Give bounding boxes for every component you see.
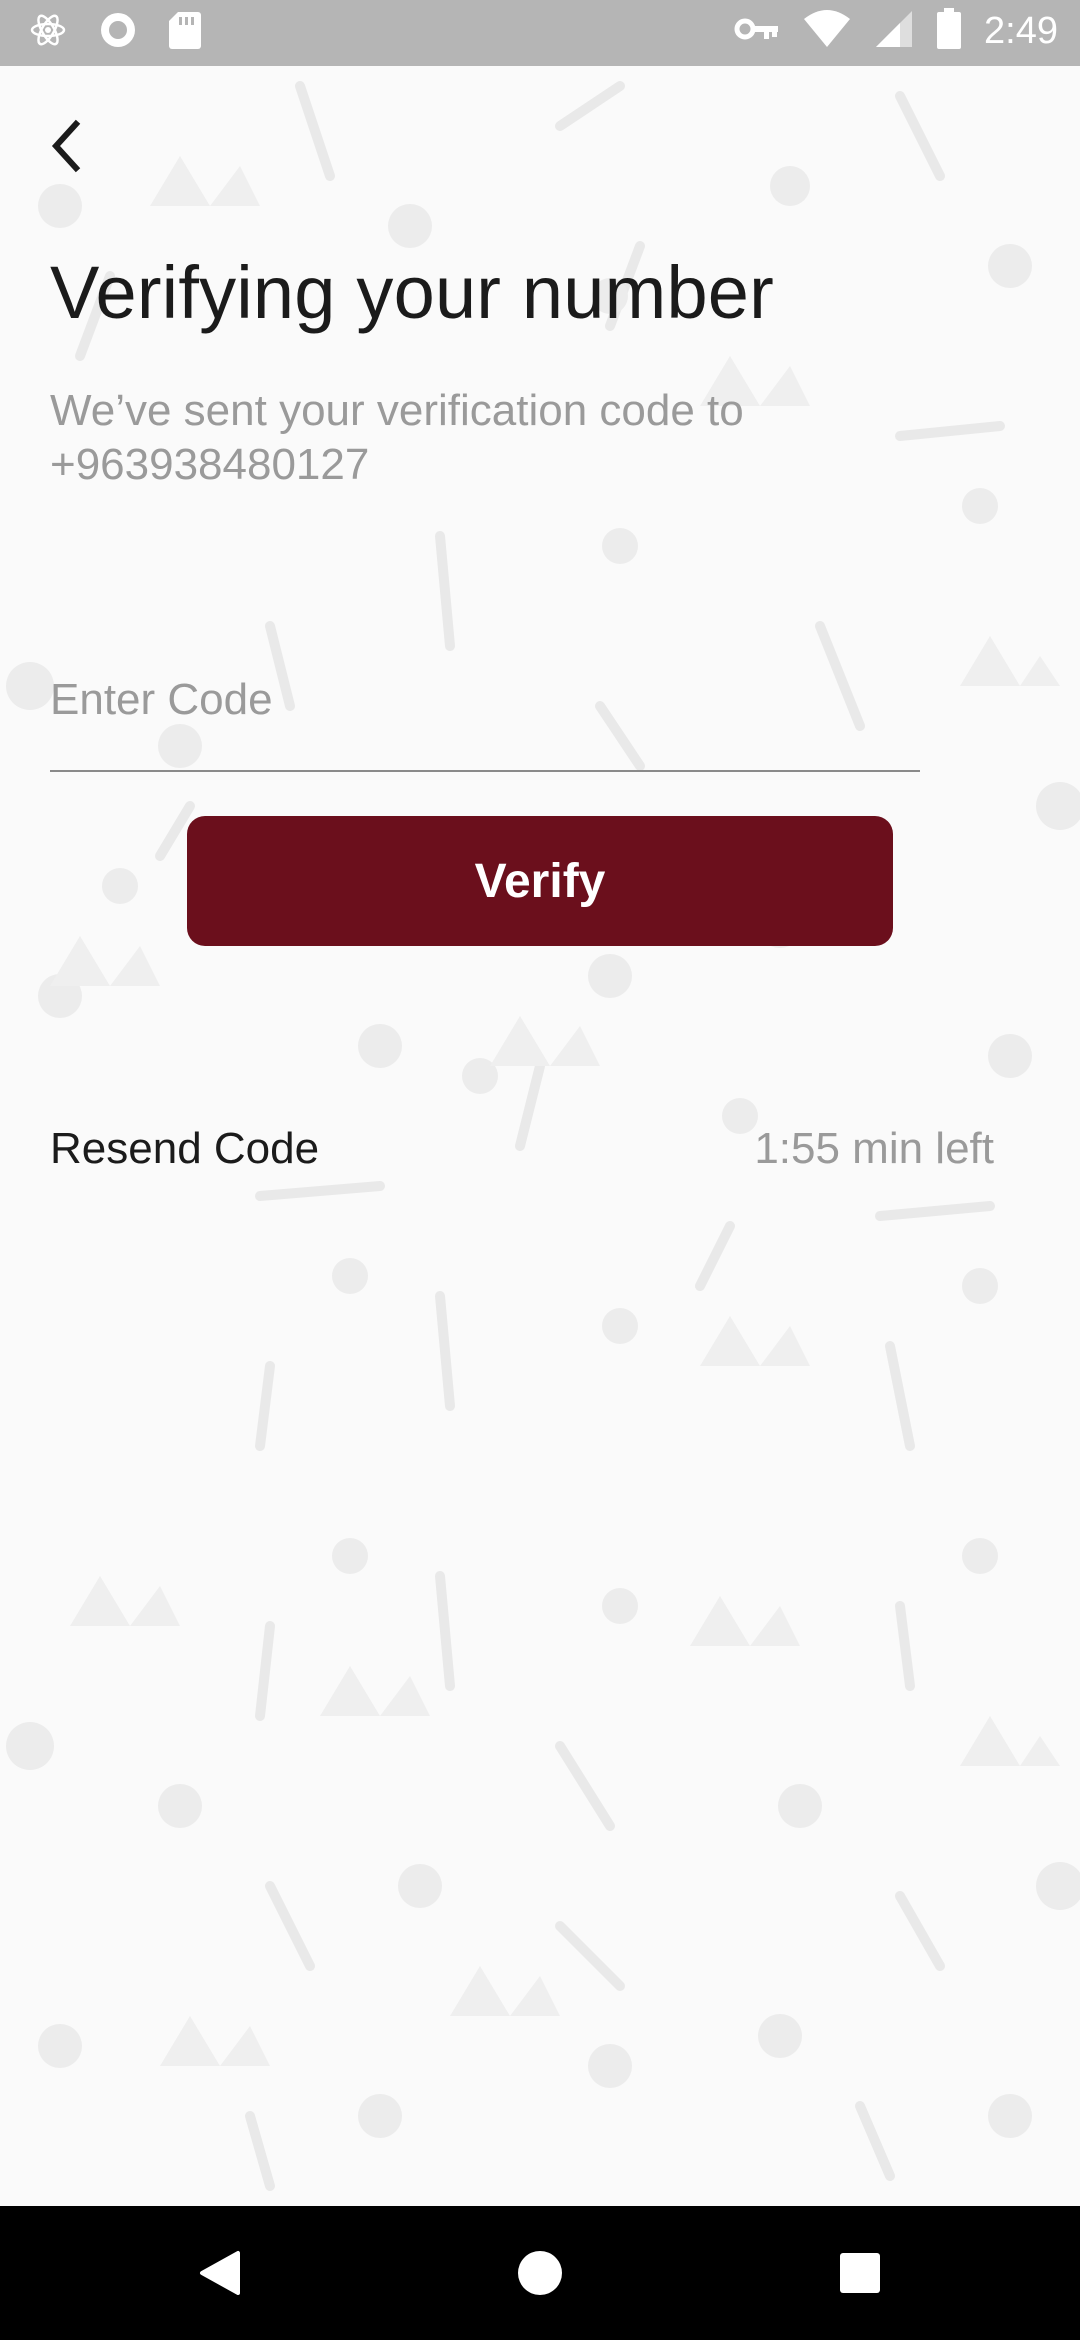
nav-recents-button[interactable]: [780, 2206, 940, 2340]
resend-code-link[interactable]: Resend Code: [50, 1124, 319, 1174]
resend-timer: 1:55 min left: [754, 1124, 994, 1173]
verification-message-text: We’ve sent your verification code to: [50, 386, 744, 435]
status-bar: 2:49: [0, 0, 1080, 66]
circle-status-icon: [98, 10, 138, 55]
verification-message: We’ve sent your verification code to +96…: [50, 384, 950, 492]
back-triangle-icon: [200, 2251, 240, 2295]
wifi-icon: [802, 9, 852, 54]
main-content: Verifying your number We’ve sent your ve…: [0, 66, 1080, 2206]
chevron-left-icon: [51, 119, 81, 173]
key-icon: [734, 9, 780, 54]
back-button[interactable]: [36, 116, 96, 176]
battery-icon: [936, 8, 962, 55]
verification-code-input[interactable]: [50, 670, 920, 772]
status-right-icons: 2:49: [734, 8, 1058, 55]
page-title: Verifying your number: [50, 251, 775, 334]
status-time: 2:49: [984, 10, 1058, 52]
signal-icon: [874, 9, 914, 54]
verify-button[interactable]: Verify: [187, 816, 893, 946]
atom-icon: [28, 10, 68, 55]
nav-back-button[interactable]: [140, 2206, 300, 2340]
phone-number: +963938480127: [50, 440, 370, 489]
recents-square-icon: [840, 2253, 880, 2293]
home-circle-icon: [518, 2251, 562, 2295]
nav-home-button[interactable]: [460, 2206, 620, 2340]
status-left-icons: [28, 10, 202, 55]
navigation-bar: [0, 2206, 1080, 2340]
sd-card-icon: [168, 10, 202, 55]
